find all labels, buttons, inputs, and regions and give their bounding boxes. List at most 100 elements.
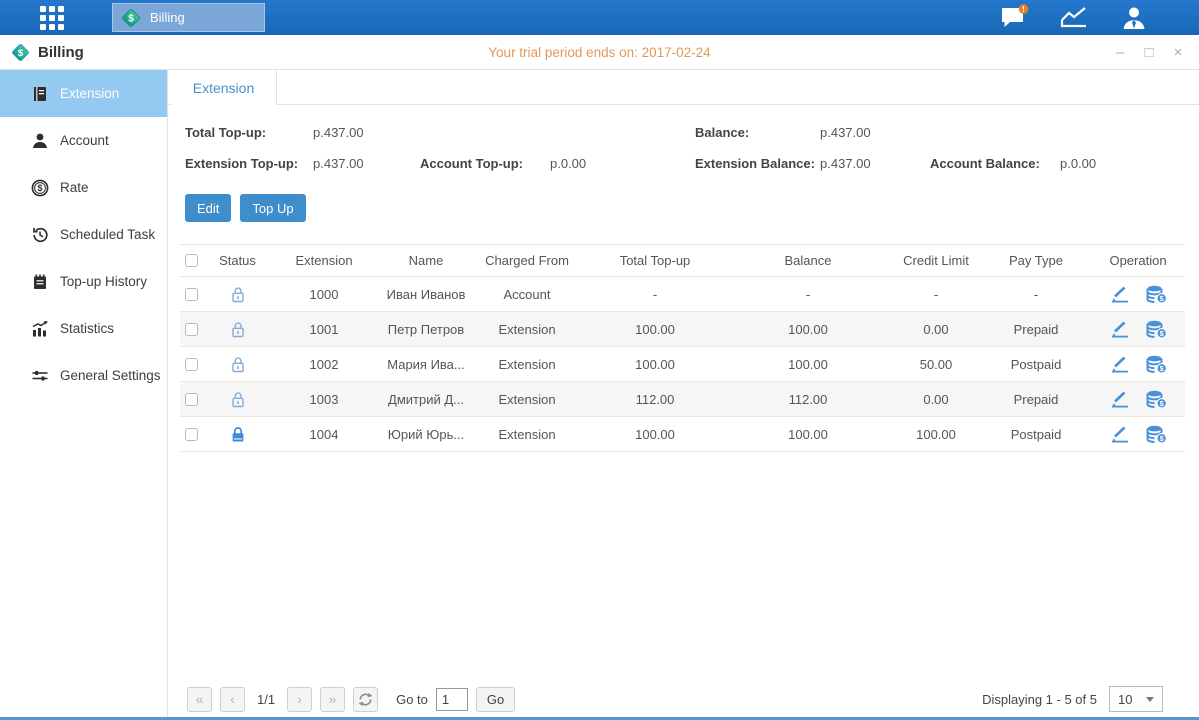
user-icon xyxy=(1120,4,1148,32)
displaying-text: Displaying 1 - 5 of 5 xyxy=(982,692,1097,707)
prev-page-button[interactable]: ‹ xyxy=(220,687,245,712)
column-balance: Balance xyxy=(725,253,891,268)
history-clock-icon xyxy=(31,226,49,244)
extension-topup-label: Extension Top-up: xyxy=(185,156,298,171)
edit-pencil-icon xyxy=(1110,390,1130,408)
row-checkbox[interactable] xyxy=(185,323,198,336)
tab-extension[interactable]: Extension xyxy=(171,70,277,105)
main-panel: Extension Total Top-up: p.437.00 Balance… xyxy=(168,70,1199,717)
account-topup-value: p.0.00 xyxy=(550,156,586,171)
cell-total-topup: 100.00 xyxy=(585,427,725,442)
cell-balance: 100.00 xyxy=(725,427,891,442)
sidebar-item-scheduled-task[interactable]: Scheduled Task xyxy=(0,211,167,258)
svg-text:$: $ xyxy=(18,48,24,59)
extension-balance-value: p.437.00 xyxy=(820,156,871,171)
close-button[interactable]: × xyxy=(1171,44,1185,61)
page-size-select[interactable]: 10 xyxy=(1109,686,1163,712)
edit-row-button[interactable] xyxy=(1110,390,1130,408)
table-row: 1001 Петр Петров Extension 100.00 100.00… xyxy=(180,312,1185,347)
topup-row-button[interactable]: $ xyxy=(1146,355,1167,374)
sidebar-item-rate[interactable]: $ Rate xyxy=(0,164,167,211)
billing-diamond-icon: $ xyxy=(10,42,31,63)
cell-credit-limit: 50.00 xyxy=(891,357,981,372)
window-titlebar: $ Billing Your trial period ends on: 201… xyxy=(0,35,1199,70)
first-page-button[interactable]: « xyxy=(187,687,212,712)
edit-row-button[interactable] xyxy=(1110,355,1130,373)
next-page-button[interactable]: › xyxy=(287,687,312,712)
refresh-button[interactable] xyxy=(353,687,378,712)
last-page-button[interactable]: » xyxy=(320,687,345,712)
topup-row-button[interactable]: $ xyxy=(1146,390,1167,409)
balance-summary: Total Top-up: p.437.00 Balance: p.437.00… xyxy=(168,116,1199,194)
sidebar-item-label: Top-up History xyxy=(60,274,147,289)
goto-label: Go to xyxy=(396,692,428,707)
balance-label: Balance: xyxy=(695,125,749,140)
edit-row-button[interactable] xyxy=(1110,320,1130,338)
row-checkbox[interactable] xyxy=(185,358,198,371)
go-button[interactable]: Go xyxy=(476,687,515,712)
line-chart-icon xyxy=(1059,5,1089,30)
edit-row-button[interactable] xyxy=(1110,425,1130,443)
goto-page-input[interactable] xyxy=(436,688,468,711)
taskbar-billing-button[interactable]: $ Billing xyxy=(112,3,265,32)
cell-extension: 1003 xyxy=(265,392,383,407)
topup-button[interactable]: Top Up xyxy=(240,194,305,222)
cell-charged-from: Account xyxy=(469,287,585,302)
user-account-button[interactable] xyxy=(1119,3,1149,33)
minimize-button[interactable]: – xyxy=(1113,44,1127,61)
column-status: Status xyxy=(210,253,265,268)
edit-pencil-icon xyxy=(1110,355,1130,373)
topup-row-button[interactable]: $ xyxy=(1146,425,1167,444)
select-all-checkbox[interactable] xyxy=(185,254,198,267)
cell-balance: 112.00 xyxy=(725,392,891,407)
sidebar-item-extension[interactable]: Extension xyxy=(0,70,167,117)
account-balance-label: Account Balance: xyxy=(930,156,1040,171)
cell-name: Юрий Юрь... xyxy=(383,427,469,442)
topup-row-button[interactable]: $ xyxy=(1146,320,1167,339)
status-unlocked-icon xyxy=(230,321,246,338)
tab-strip: Extension xyxy=(168,70,1199,105)
bar-chart-icon xyxy=(31,320,49,338)
cell-balance: 100.00 xyxy=(725,322,891,337)
notifications-button[interactable]: ! xyxy=(999,3,1029,33)
cell-charged-from: Extension xyxy=(469,322,585,337)
edit-pencil-icon xyxy=(1110,425,1130,443)
cell-credit-limit: 100.00 xyxy=(891,427,981,442)
sidebar-item-label: Extension xyxy=(60,86,119,101)
app-menu-button[interactable] xyxy=(35,1,69,35)
sliders-icon xyxy=(31,367,49,385)
svg-text:$: $ xyxy=(128,13,134,24)
svg-text:$: $ xyxy=(37,183,42,193)
sidebar-item-topup-history[interactable]: Top-up History xyxy=(0,258,167,305)
cell-credit-limit: - xyxy=(891,287,981,302)
status-unlocked-icon xyxy=(230,286,246,303)
column-extension: Extension xyxy=(265,253,383,268)
resource-monitor-button[interactable] xyxy=(1059,3,1089,33)
cell-pay-type: - xyxy=(981,287,1091,302)
cell-pay-type: Prepaid xyxy=(981,322,1091,337)
notebook-icon xyxy=(31,273,49,291)
column-operation: Operation xyxy=(1091,253,1185,268)
sidebar-item-account[interactable]: Account xyxy=(0,117,167,164)
sidebar-item-label: Rate xyxy=(60,180,89,195)
messages-icon: ! xyxy=(999,4,1029,31)
sidebar-item-label: General Settings xyxy=(60,368,161,383)
row-checkbox[interactable] xyxy=(185,288,198,301)
dollar-circle-icon: $ xyxy=(31,179,49,197)
edit-row-button[interactable] xyxy=(1110,285,1130,303)
toolbar: Edit Top Up xyxy=(185,194,1199,222)
sidebar-item-general-settings[interactable]: General Settings xyxy=(0,352,167,399)
maximize-button[interactable]: □ xyxy=(1142,44,1156,61)
cell-pay-type: Postpaid xyxy=(981,357,1091,372)
sidebar-item-statistics[interactable]: Statistics xyxy=(0,305,167,352)
row-checkbox[interactable] xyxy=(185,428,198,441)
cell-extension: 1002 xyxy=(265,357,383,372)
row-checkbox[interactable] xyxy=(185,393,198,406)
status-locked-icon xyxy=(230,426,246,443)
coins-dollar-icon: $ xyxy=(1146,390,1167,409)
edit-button[interactable]: Edit xyxy=(185,194,231,222)
status-unlocked-icon xyxy=(230,356,246,373)
refresh-icon xyxy=(358,692,373,707)
cell-pay-type: Prepaid xyxy=(981,392,1091,407)
topup-row-button[interactable]: $ xyxy=(1146,285,1167,304)
